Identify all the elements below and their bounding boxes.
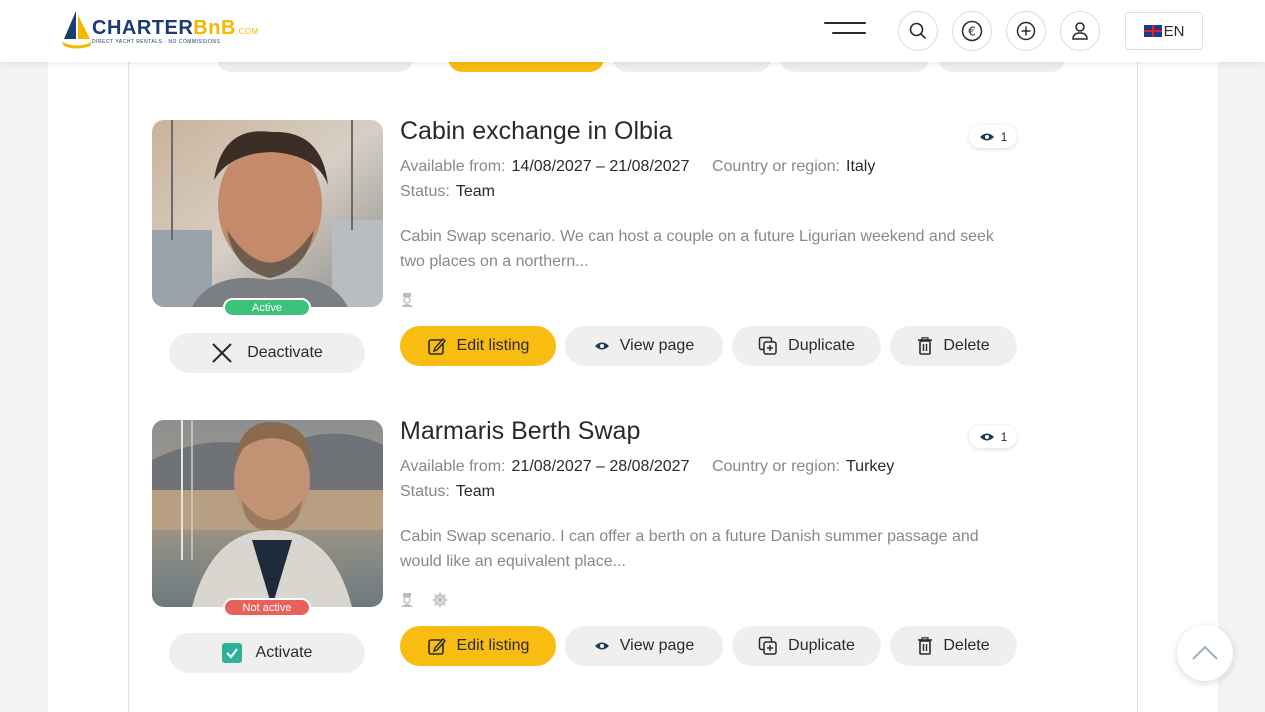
logo-tagline: DIRECT YACHT RENTALS · NO COMMISSIONS	[92, 39, 221, 45]
delete-button[interactable]: Delete	[890, 626, 1017, 666]
deactivate-label: Deactivate	[247, 344, 323, 361]
trash-icon	[918, 337, 933, 355]
delete-label: Delete	[943, 637, 990, 654]
listing-card: Active Deactivate Cabin exchange in Olbi…	[152, 117, 1022, 380]
svg-text:€: €	[968, 25, 976, 39]
eye-icon	[979, 133, 994, 140]
eye-icon	[979, 433, 994, 440]
listing-photo[interactable]	[152, 120, 383, 307]
view-count-badge: 1	[969, 425, 1017, 448]
listing-title[interactable]: Cabin exchange in Olbia	[400, 117, 672, 146]
sailboat-logo-icon	[62, 11, 92, 49]
view-count: 1	[1000, 429, 1008, 444]
status-value: Team	[455, 483, 495, 500]
eye-icon	[594, 342, 609, 350]
delete-button[interactable]: Delete	[890, 326, 1017, 366]
duplicate-button[interactable]: Duplicate	[732, 326, 881, 366]
listing-title[interactable]: Marmaris Berth Swap	[400, 417, 640, 446]
ship-wheel-icon	[432, 592, 448, 608]
logo-wordmark: CHARTERBnB.COM	[92, 17, 259, 40]
edit-listing-button[interactable]: Edit listing	[400, 626, 556, 666]
eye-icon	[594, 642, 609, 650]
language-selector[interactable]: EN	[1125, 12, 1203, 50]
chevron-up-icon	[1192, 645, 1218, 660]
view-count-badge: 1	[969, 125, 1017, 148]
available-label: Available from:	[400, 158, 506, 175]
scroll-to-top-button[interactable]	[1177, 625, 1233, 681]
amenity-icons	[400, 592, 448, 608]
user-account-button[interactable]	[1060, 11, 1100, 51]
country-value: Turkey	[846, 458, 895, 475]
add-listing-button[interactable]	[1006, 11, 1046, 51]
duplicate-button[interactable]: Duplicate	[732, 626, 881, 666]
edit-icon	[427, 337, 446, 355]
view-page-label: View page	[619, 637, 695, 654]
activate-label: Activate	[255, 644, 313, 661]
menu-icon[interactable]	[824, 22, 866, 40]
listing-description: Cabin Swap scenario. I can offer a berth…	[400, 528, 979, 570]
availability-row: Available from: 21/08/2027 – 28/08/2027 C…	[400, 458, 894, 476]
euro-icon: €	[961, 20, 983, 42]
captain-icon	[401, 293, 413, 307]
duplicate-icon	[758, 636, 777, 655]
status-label: Status:	[400, 183, 450, 200]
trash-icon	[918, 637, 933, 655]
deactivate-button[interactable]: Deactivate	[169, 333, 365, 373]
plus-circle-icon	[1016, 21, 1036, 41]
delete-label: Delete	[943, 337, 990, 354]
available-dates: 14/08/2027 – 21/08/2027	[511, 158, 690, 175]
available-dates: 21/08/2027 – 28/08/2027	[511, 458, 690, 475]
duplicate-label: Duplicate	[788, 337, 855, 354]
view-page-button[interactable]: View page	[565, 326, 723, 366]
logo-accent-text: BnB	[193, 17, 236, 39]
duplicate-label: Duplicate	[788, 637, 855, 654]
listing-description: Cabin Swap scenario. We can host a coupl…	[400, 228, 994, 270]
captain-icon	[401, 593, 413, 607]
status-value: Team	[455, 183, 495, 200]
edit-listing-label: Edit listing	[456, 637, 530, 654]
duplicate-icon	[758, 336, 777, 355]
uk-flag-icon	[1143, 25, 1162, 37]
country-label: Country or region:	[711, 458, 840, 475]
status-row: Status: Team	[400, 483, 495, 501]
available-label: Available from:	[400, 458, 506, 475]
amenity-icons	[400, 292, 414, 308]
owner-portrait-image	[152, 120, 383, 307]
search-button[interactable]	[898, 11, 938, 51]
status-badge: Active	[223, 298, 311, 317]
listing-card: Not active Activate Marmaris Berth Swap …	[152, 417, 1022, 680]
country-value: Italy	[846, 158, 876, 175]
status-badge: Not active	[223, 598, 311, 617]
user-icon	[1072, 22, 1088, 40]
status-row: Status: Team	[400, 183, 495, 201]
search-icon	[909, 22, 927, 40]
view-page-label: View page	[619, 337, 695, 354]
country-label: Country or region:	[711, 158, 840, 175]
availability-row: Available from: 14/08/2027 – 21/08/2027 C…	[400, 158, 875, 176]
logo-main-text: CHARTER	[92, 17, 194, 39]
status-label: Status:	[400, 483, 450, 500]
currency-button[interactable]: €	[952, 11, 992, 51]
owner-portrait-image	[152, 420, 383, 607]
logo-suffix-text: .COM	[235, 27, 259, 36]
view-page-button[interactable]: View page	[565, 626, 723, 666]
edit-listing-button[interactable]: Edit listing	[400, 326, 556, 366]
site-header: CHARTERBnB.COM DIRECT YACHT RENTALS · NO…	[0, 0, 1265, 62]
activate-button[interactable]: Activate	[169, 633, 365, 673]
view-count: 1	[1000, 129, 1008, 144]
site-logo[interactable]: CHARTERBnB.COM DIRECT YACHT RENTALS · NO…	[62, 9, 258, 51]
close-icon	[212, 343, 232, 363]
edit-icon	[427, 637, 446, 655]
edit-listing-label: Edit listing	[456, 337, 530, 354]
checkbox-checked-icon	[221, 643, 242, 663]
language-label: EN	[1163, 22, 1185, 40]
listing-photo[interactable]	[152, 420, 383, 607]
